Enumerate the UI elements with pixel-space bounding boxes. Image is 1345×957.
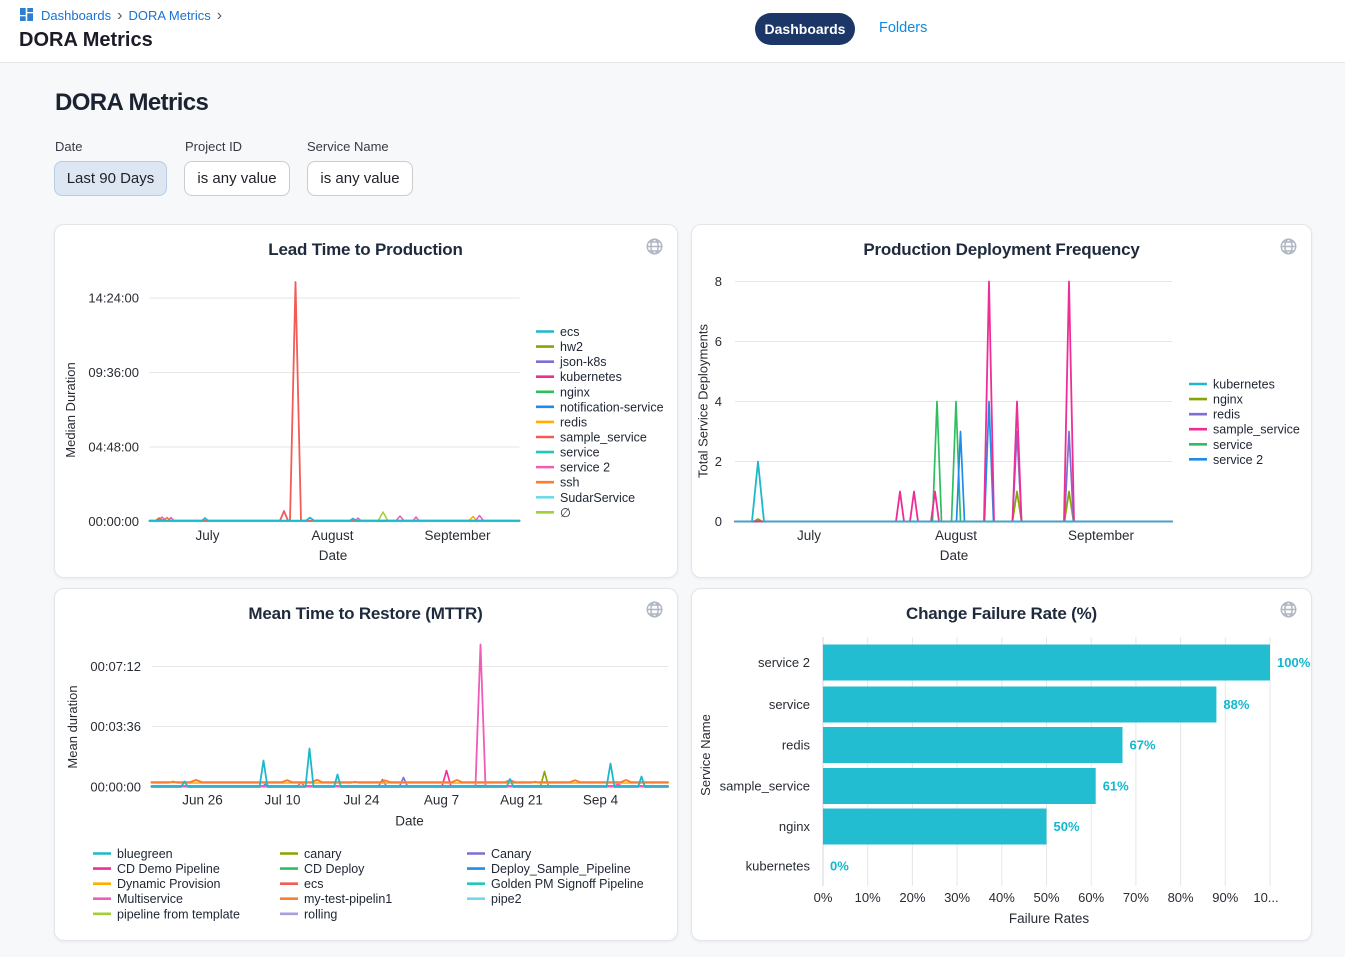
svg-text:6: 6 [715, 334, 722, 349]
svg-text:ecs: ecs [560, 325, 579, 339]
svg-text:sample_service: sample_service [560, 430, 647, 444]
svg-text:Mean duration: Mean duration [65, 685, 80, 768]
svg-text:Aug 21: Aug 21 [500, 792, 543, 807]
svg-text:Jun 26: Jun 26 [182, 792, 223, 807]
svg-text:July: July [797, 528, 821, 543]
svg-text:88%: 88% [1223, 697, 1249, 712]
svg-text:July: July [195, 528, 219, 543]
svg-text:8: 8 [715, 274, 722, 289]
svg-text:SudarService: SudarService [560, 491, 635, 505]
svg-text:redis: redis [1213, 408, 1240, 422]
svg-text:Date: Date [940, 548, 969, 563]
svg-text:0: 0 [715, 514, 722, 529]
svg-text:service 2: service 2 [1213, 453, 1263, 467]
svg-text:Service Name: Service Name [698, 714, 713, 796]
svg-text:00:00:00: 00:00:00 [90, 779, 141, 794]
svg-text:14:24:00: 14:24:00 [88, 291, 139, 306]
svg-text:40%: 40% [989, 890, 1015, 905]
svg-text:kubernetes: kubernetes [560, 370, 622, 384]
svg-text:Canary: Canary [491, 847, 532, 861]
svg-text:September: September [1068, 528, 1135, 543]
svg-text:pipe2: pipe2 [491, 892, 522, 906]
svg-text:30%: 30% [944, 890, 970, 905]
svg-text:json-k8s: json-k8s [559, 355, 607, 369]
svg-text:Total Service Deployments: Total Service Deployments [696, 324, 711, 478]
svg-text:00:07:12: 00:07:12 [90, 659, 141, 674]
svg-text:kubernetes: kubernetes [746, 858, 811, 873]
svg-text:September: September [424, 528, 491, 543]
svg-text:ecs: ecs [304, 877, 323, 891]
svg-text:Aug 7: Aug 7 [423, 792, 458, 807]
svg-text:100%: 100% [1277, 655, 1311, 670]
svg-text:67%: 67% [1130, 737, 1156, 752]
svg-text:bluegreen: bluegreen [117, 847, 173, 861]
svg-text:00:03:36: 00:03:36 [90, 719, 141, 734]
svg-text:canary: canary [304, 847, 342, 861]
svg-text:50%: 50% [1054, 819, 1080, 834]
svg-text:service: service [769, 697, 810, 712]
svg-text:rolling: rolling [304, 907, 337, 921]
svg-text:90%: 90% [1212, 890, 1238, 905]
svg-text:nginx: nginx [560, 385, 591, 399]
svg-text:sample_service: sample_service [720, 778, 810, 793]
svg-text:nginx: nginx [779, 819, 811, 834]
svg-text:0%: 0% [814, 890, 833, 905]
svg-text:service 2: service 2 [560, 461, 610, 475]
svg-text:ssh: ssh [560, 476, 580, 490]
svg-text:service: service [1213, 438, 1253, 452]
svg-text:20%: 20% [899, 890, 925, 905]
svg-text:redis: redis [560, 415, 587, 429]
svg-text:60%: 60% [1078, 890, 1104, 905]
svg-text:hw2: hw2 [560, 340, 583, 354]
svg-text:2: 2 [715, 454, 722, 469]
svg-text:nginx: nginx [1213, 393, 1244, 407]
svg-text:04:48:00: 04:48:00 [88, 440, 139, 455]
svg-text:4: 4 [715, 394, 722, 409]
svg-text:00:00:00: 00:00:00 [88, 514, 139, 529]
svg-text:0%: 0% [830, 858, 849, 873]
svg-text:service 2: service 2 [758, 655, 810, 670]
svg-text:Date: Date [318, 548, 347, 563]
svg-text:∅: ∅ [560, 506, 571, 520]
svg-text:Failure Rates: Failure Rates [1009, 911, 1090, 926]
svg-text:50%: 50% [1033, 890, 1059, 905]
svg-text:Jul 10: Jul 10 [264, 792, 300, 807]
svg-text:80%: 80% [1168, 890, 1194, 905]
svg-text:70%: 70% [1123, 890, 1149, 905]
svg-text:10...: 10... [1253, 890, 1278, 905]
svg-text:August: August [935, 528, 977, 543]
svg-text:Date: Date [395, 813, 424, 828]
svg-text:10%: 10% [855, 890, 881, 905]
svg-text:Jul 24: Jul 24 [343, 792, 380, 807]
svg-text:Sep 4: Sep 4 [582, 792, 618, 807]
svg-text:my-test-pipelin1: my-test-pipelin1 [304, 892, 392, 906]
svg-text:Multiservice: Multiservice [117, 892, 183, 906]
svg-text:Median Duration: Median Duration [63, 362, 78, 457]
svg-text:pipeline from template: pipeline from template [117, 907, 240, 921]
svg-text:CD Deploy: CD Deploy [304, 862, 365, 876]
svg-text:61%: 61% [1103, 778, 1129, 793]
svg-text:service: service [560, 446, 600, 460]
svg-text:Dynamic Provision: Dynamic Provision [117, 877, 221, 891]
svg-text:09:36:00: 09:36:00 [88, 365, 139, 380]
svg-text:August: August [311, 528, 353, 543]
svg-text:kubernetes: kubernetes [1213, 378, 1275, 392]
svg-text:redis: redis [782, 737, 811, 752]
svg-text:sample_service: sample_service [1213, 423, 1300, 437]
svg-text:Deploy_Sample_Pipeline: Deploy_Sample_Pipeline [491, 862, 631, 876]
svg-text:notification-service: notification-service [560, 400, 664, 414]
svg-text:Golden PM Signoff Pipeline: Golden PM Signoff Pipeline [491, 877, 644, 891]
svg-text:CD Demo Pipeline: CD Demo Pipeline [117, 862, 220, 876]
